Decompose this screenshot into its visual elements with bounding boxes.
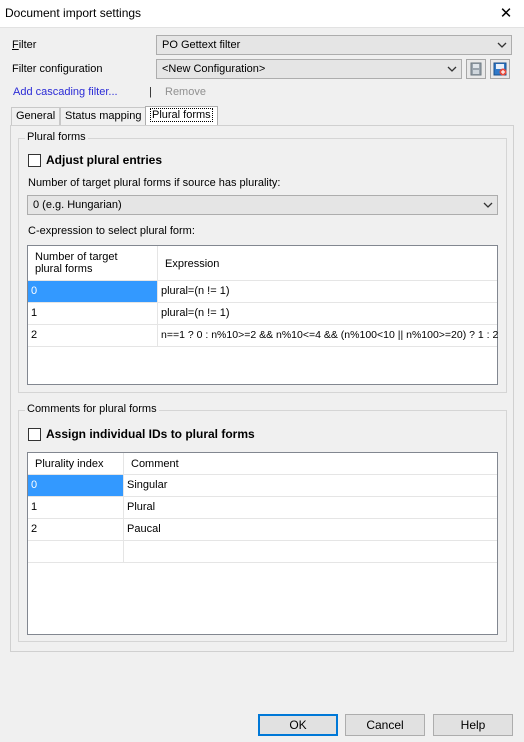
cell-text: 0	[31, 285, 38, 297]
remove-link[interactable]: Remove	[165, 86, 206, 98]
filter-value: PO Gettext filter	[162, 39, 241, 51]
cexpr-label: C-expression to select plural form:	[28, 225, 195, 237]
column-header-expression-label: Expression	[165, 258, 220, 270]
table-cell-comment[interactable]: Plural	[124, 497, 497, 518]
cell-text: plural=(n != 1)	[161, 285, 230, 297]
filter-config-value: <New Configuration>	[162, 63, 266, 75]
column-header-expression[interactable]: Expression	[158, 246, 497, 281]
help-button[interactable]: Help	[433, 714, 513, 736]
filter-config-label: Filter configuration	[12, 63, 103, 75]
table-row[interactable]: 1 plural=(n != 1)	[28, 303, 497, 325]
number-plural-select[interactable]: 0 (e.g. Hungarian)	[27, 195, 498, 215]
cancel-button[interactable]: Cancel	[345, 714, 425, 736]
plural-forms-group: Plural forms Adjust plural entries Numbe…	[18, 131, 507, 393]
help-button-label: Help	[460, 718, 486, 732]
comments-table: Plurality index Comment 0 Singular 1 Plu…	[27, 452, 498, 635]
table-cell-index[interactable]: 0	[28, 475, 124, 496]
cell-text: Plural	[127, 501, 156, 513]
table-cell-expression[interactable]: n==1 ? 0 : n%10>=2 && n%10<=4 && (n%100<…	[158, 325, 499, 346]
cell-text: 2	[31, 523, 38, 535]
table-cell-comment[interactable]: Paucal	[124, 519, 497, 540]
tab-plural-forms-label: Plural forms	[150, 108, 213, 122]
cancel-button-label: Cancel	[366, 718, 404, 732]
chevron-down-icon	[483, 202, 493, 208]
filter-label: Filter	[12, 39, 37, 51]
table-cell-index[interactable]: 2	[28, 519, 124, 540]
new-config-button[interactable]	[490, 59, 510, 79]
add-config-icon	[493, 62, 507, 76]
cell-text: 0	[31, 479, 38, 491]
filter-label-rest: ilter	[18, 39, 37, 51]
ok-button-label: OK	[289, 718, 307, 732]
chevron-down-icon	[497, 42, 507, 48]
close-icon[interactable]: ✕	[496, 4, 516, 24]
table-row[interactable]: 0 plural=(n != 1)	[28, 281, 497, 303]
filter-select[interactable]: PO Gettext filter	[156, 35, 512, 55]
table-cell-expression[interactable]: plural=(n != 1)	[158, 281, 497, 302]
assign-ids-label: Assign individual IDs to plural forms	[46, 427, 255, 441]
window-title: Document import settings	[5, 6, 142, 20]
table-row[interactable]: 2 Paucal	[28, 519, 497, 541]
column-header-comment[interactable]: Comment	[124, 453, 497, 475]
filter-config-select[interactable]: <New Configuration>	[156, 59, 462, 79]
column-header-number-line1: Number of target	[35, 251, 118, 263]
table-cell-number[interactable]: 2	[28, 325, 158, 346]
tab-general-label: General	[16, 110, 56, 122]
number-plural-value: 0 (e.g. Hungarian)	[33, 199, 122, 211]
link-separator: |	[149, 86, 152, 98]
tab-general[interactable]: General	[11, 107, 61, 125]
plural-forms-group-title: Plural forms	[25, 131, 88, 143]
column-header-plurality-index[interactable]: Plurality index	[28, 453, 124, 475]
comments-group: Comments for plural forms Assign individ…	[18, 403, 507, 642]
cell-text: 1	[31, 501, 38, 513]
table-cell-index[interactable]	[28, 541, 124, 562]
cell-text: plural=(n != 1)	[161, 307, 230, 319]
cell-text: 1	[31, 307, 38, 319]
cell-text: 2	[31, 329, 38, 341]
cell-text: Paucal	[127, 523, 161, 535]
table-row[interactable]: 0 Singular	[28, 475, 497, 497]
add-cascading-filter-link[interactable]: Add cascading filter...	[13, 86, 118, 98]
table-cell-number[interactable]: 1	[28, 303, 158, 324]
tab-plural-forms[interactable]: Plural forms	[145, 106, 218, 126]
column-header-number[interactable]: Number of target plural forms	[28, 246, 158, 281]
title-bar: Document import settings ✕	[0, 0, 524, 28]
table-cell-number[interactable]: 0	[28, 281, 158, 302]
table-row-empty[interactable]	[28, 541, 497, 563]
save-icon	[470, 62, 482, 76]
cell-text: Singular	[127, 479, 168, 491]
tab-status-mapping-label: Status mapping	[65, 110, 142, 122]
table-cell-index[interactable]: 1	[28, 497, 124, 518]
plural-forms-panel: Plural forms Adjust plural entries Numbe…	[10, 125, 514, 652]
table-row[interactable]: 1 Plural	[28, 497, 497, 519]
table-cell-expression[interactable]: plural=(n != 1)	[158, 303, 497, 324]
ok-button[interactable]: OK	[258, 714, 338, 736]
table-cell-comment[interactable]	[124, 541, 497, 562]
assign-ids-checkbox[interactable]	[28, 428, 41, 441]
column-header-plurality-label: Plurality index	[35, 458, 104, 470]
chevron-down-icon	[447, 66, 457, 72]
number-plural-label: Number of target plural forms if source …	[28, 177, 281, 189]
column-header-comment-label: Comment	[131, 458, 179, 470]
column-header-number-line2: plural forms	[35, 263, 93, 275]
tab-status-mapping[interactable]: Status mapping	[60, 107, 147, 125]
plural-forms-table: Number of target plural forms Expression…	[27, 245, 498, 385]
adjust-plural-checkbox[interactable]	[28, 154, 41, 167]
table-cell-comment[interactable]: Singular	[124, 475, 497, 496]
adjust-plural-label: Adjust plural entries	[46, 153, 163, 167]
save-config-button[interactable]	[466, 59, 486, 79]
comments-group-title: Comments for plural forms	[25, 403, 159, 415]
cell-text: n==1 ? 0 : n%10>=2 && n%10<=4 && (n%100<…	[161, 329, 499, 341]
table-row[interactable]: 2 n==1 ? 0 : n%10>=2 && n%10<=4 && (n%10…	[28, 325, 499, 347]
